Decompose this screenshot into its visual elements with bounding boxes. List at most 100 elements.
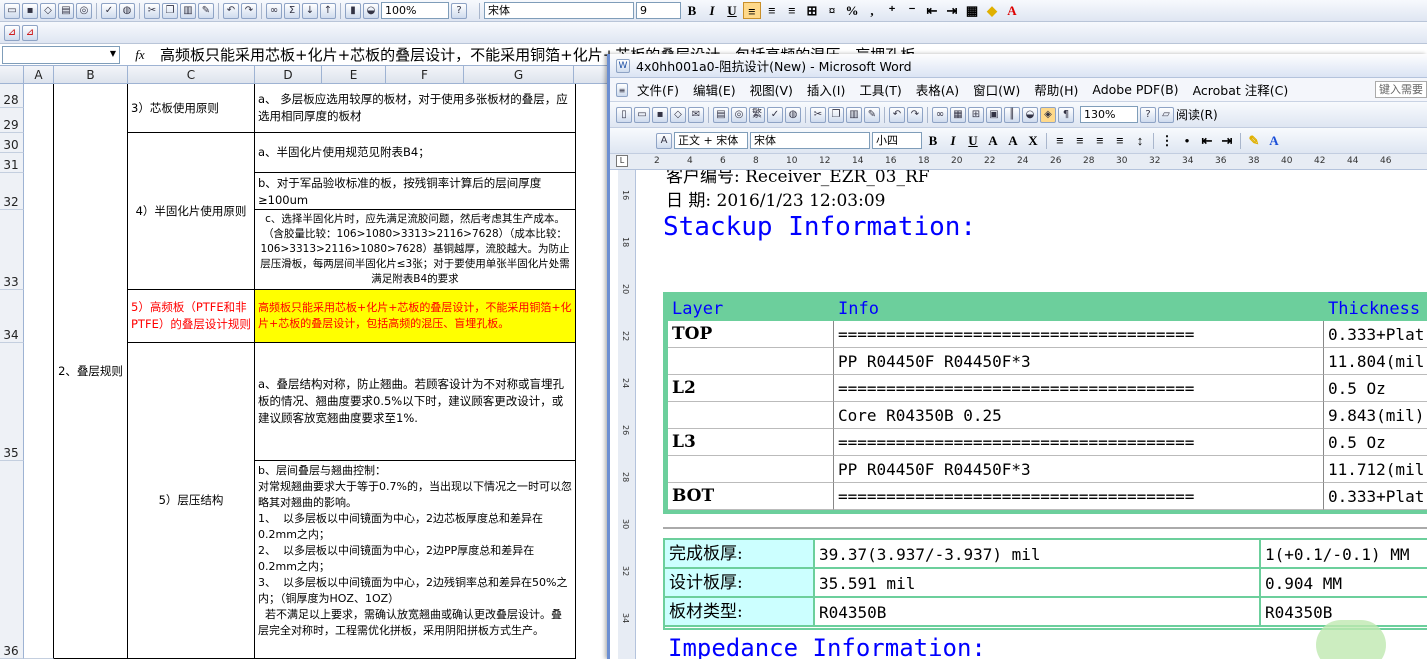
print-icon[interactable]: ▤: [713, 106, 729, 123]
col-header-d[interactable]: D: [255, 66, 322, 84]
menu-edit[interactable]: 编辑(E): [686, 80, 743, 99]
open-icon[interactable]: ▭: [4, 2, 20, 19]
row-header-36[interactable]: 36: [0, 461, 24, 659]
cell-column-a[interactable]: [24, 84, 54, 659]
permission-icon[interactable]: ◇: [670, 106, 686, 123]
drawing-icon[interactable]: ◒: [363, 2, 379, 19]
help-icon[interactable]: ?: [1140, 106, 1156, 123]
traditional-chinese-icon[interactable]: 繁: [749, 106, 765, 123]
document-icon[interactable]: ≡: [616, 82, 628, 97]
document-map-icon[interactable]: ◈: [1040, 106, 1056, 123]
format-painter-icon[interactable]: ✎: [864, 106, 880, 123]
word-justify-button[interactable]: ≡: [1111, 132, 1129, 149]
show-hide-icon[interactable]: ¶: [1058, 106, 1074, 123]
new-icon[interactable]: ▯: [616, 106, 632, 123]
font-color-button[interactable]: A: [1003, 2, 1021, 19]
col-header-b[interactable]: B: [54, 66, 128, 84]
menu-insert[interactable]: 插入(I): [800, 80, 852, 99]
menu-adobe-pdf[interactable]: Adobe PDF(B): [1085, 82, 1185, 97]
undo-icon[interactable]: ↶: [889, 106, 905, 123]
italic-button[interactable]: I: [703, 2, 721, 19]
excel-zoom-box[interactable]: 100%: [381, 2, 449, 19]
cell-column-overflow[interactable]: [576, 84, 607, 659]
fx-label[interactable]: fx: [120, 47, 160, 63]
word-align-left-button[interactable]: ≡: [1051, 132, 1069, 149]
vertical-ruler[interactable]: 16 18 20 22 24 26 28 30 32 34: [618, 170, 636, 659]
menu-table[interactable]: 表格(A): [909, 80, 966, 99]
outdent-button[interactable]: ⇥: [943, 2, 961, 19]
menu-file[interactable]: 文件(F): [630, 80, 686, 99]
word-indent-button[interactable]: ⇥: [1218, 132, 1236, 149]
cell-c-lamination[interactable]: 5）层压结构: [128, 343, 255, 659]
word-italic-button[interactable]: I: [944, 132, 962, 149]
word-bold-button[interactable]: B: [924, 132, 942, 149]
save-icon[interactable]: ▪: [652, 106, 668, 123]
hyperlink-icon[interactable]: ∞: [932, 106, 948, 123]
sort-desc-icon[interactable]: ↑: [320, 2, 336, 19]
cell-d-highfreq-rule[interactable]: 高频板只能采用芯板+化片+芯板的叠层设计，不能采用铜箔+化片+芯板的叠层设计，包…: [255, 290, 576, 343]
currency-button[interactable]: ¤: [823, 2, 841, 19]
redo-icon[interactable]: ↷: [907, 106, 923, 123]
col-header-e[interactable]: E: [322, 66, 386, 84]
paste-icon[interactable]: ▥: [846, 106, 862, 123]
help-icon[interactable]: ?: [451, 2, 467, 19]
row-header-34[interactable]: 34: [0, 290, 24, 343]
highlight-button[interactable]: ✎: [1245, 132, 1263, 149]
align-left-button[interactable]: ≡: [743, 2, 761, 19]
cut-icon[interactable]: ✂: [810, 106, 826, 123]
word-outdent-button[interactable]: ⇤: [1198, 132, 1216, 149]
row-header-29[interactable]: 29: [0, 108, 24, 133]
row-header-32[interactable]: 32: [0, 173, 24, 210]
tab-selector-icon[interactable]: L: [616, 155, 628, 167]
col-header-c[interactable]: C: [128, 66, 255, 84]
word-font-box[interactable]: 宋体: [750, 132, 870, 149]
row-header-31[interactable]: 31: [0, 153, 24, 173]
paste-icon[interactable]: ▥: [180, 2, 196, 19]
row-header-30[interactable]: 30: [0, 133, 24, 153]
horizontal-ruler[interactable]: L 2 4 6 8 10 12 14 16 18 20 22 24 26 28 30 32 34 36 38 40 42…: [610, 154, 1427, 170]
align-right-button[interactable]: ≡: [783, 2, 801, 19]
merge-center-button[interactable]: ⊞: [803, 2, 821, 19]
menu-window[interactable]: 窗口(W): [966, 80, 1027, 99]
print-preview-icon[interactable]: ◎: [76, 2, 92, 19]
autosum-icon[interactable]: Σ: [284, 2, 300, 19]
word-align-center-button[interactable]: ≡: [1071, 132, 1089, 149]
row-header-33[interactable]: 33: [0, 210, 24, 290]
word-font-color-button[interactable]: A: [1265, 132, 1283, 149]
cell-b-stack-rules[interactable]: 2、叠层规则: [54, 84, 128, 659]
underline-button[interactable]: U: [723, 2, 741, 19]
word-size-box[interactable]: 小四: [872, 132, 922, 149]
columns-icon[interactable]: ║: [1004, 106, 1020, 123]
drawing-icon[interactable]: ◒: [1022, 106, 1038, 123]
cell-d-lamination-a[interactable]: a、叠层结构对称，防止翘曲。若顾客设计为不对称或盲埋孔板的情况、翘曲度要求0.5…: [255, 343, 576, 461]
comma-button[interactable]: ,: [863, 2, 881, 19]
word-align-right-button[interactable]: ≡: [1091, 132, 1109, 149]
insert-excel-icon[interactable]: ▣: [986, 106, 1002, 123]
hyperlink-icon[interactable]: ∞: [266, 2, 282, 19]
research-icon[interactable]: ◍: [785, 106, 801, 123]
name-box[interactable]: [2, 45, 120, 64]
pdf-icon[interactable]: ⊿: [4, 24, 20, 41]
word-zoom-box[interactable]: 130%: [1080, 106, 1138, 123]
chart-wizard-icon[interactable]: ▮: [345, 2, 361, 19]
document-page[interactable]: 客户编号: Receiver_EZR_03_RF 日 期: 2016/1/23 …: [636, 170, 1427, 659]
char-scale-button[interactable]: X: [1024, 132, 1042, 149]
reading-layout-button[interactable]: 阅读(R): [1176, 106, 1218, 123]
numbering-button[interactable]: ⋮: [1158, 132, 1176, 149]
col-header-g[interactable]: G: [464, 66, 574, 84]
indent-button[interactable]: ⇤: [923, 2, 941, 19]
menu-view[interactable]: 视图(V): [743, 80, 800, 99]
decrease-decimal-button[interactable]: ⁻: [903, 2, 921, 19]
cell-d-core-rule[interactable]: a、 多层板应选用较厚的板材，对于使用多张板材的叠层，应选用相同厚度的板材: [255, 84, 576, 133]
char-border-button[interactable]: A: [984, 132, 1002, 149]
permission-icon[interactable]: ◇: [40, 2, 56, 19]
sort-asc-icon[interactable]: ↓: [302, 2, 318, 19]
char-shading-button[interactable]: A: [1004, 132, 1022, 149]
line-spacing-button[interactable]: ↕: [1131, 132, 1149, 149]
col-header-a[interactable]: A: [24, 66, 54, 84]
help-search-box[interactable]: 键入需要: [1375, 81, 1427, 98]
menu-help[interactable]: 帮助(H): [1027, 80, 1085, 99]
style-box[interactable]: 正文 + 宋体: [674, 132, 748, 149]
open-icon[interactable]: ▭: [634, 106, 650, 123]
redo-icon[interactable]: ↷: [241, 2, 257, 19]
